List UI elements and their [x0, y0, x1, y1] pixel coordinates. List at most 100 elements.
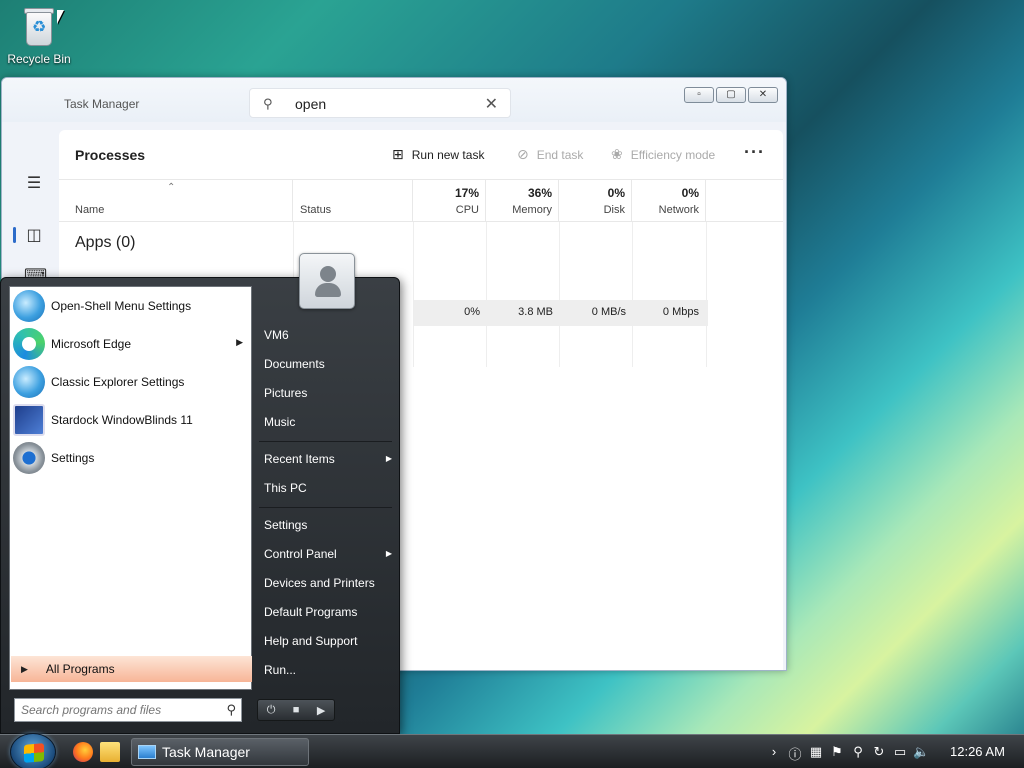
all-programs-arrow-icon: ▶	[21, 663, 28, 674]
right-item-pictures[interactable]: Pictures	[264, 382, 392, 404]
sync-icon[interactable]: ↻	[871, 744, 887, 763]
end-task-label: End task	[536, 147, 584, 162]
search-box[interactable]: ⚲ open ✕	[249, 88, 511, 118]
row-cpu: 0%	[464, 306, 480, 318]
submenu-arrow-icon: ▶	[236, 337, 243, 347]
pinned-item-settings[interactable]: Settings	[10, 439, 251, 477]
right-item-help-support[interactable]: Help and Support	[264, 630, 392, 652]
show-hidden-icons-chevron-icon[interactable]: ›	[766, 744, 782, 763]
end-task-icon: ⊘	[517, 146, 529, 162]
recycle-bin-icon: ♻	[22, 6, 56, 48]
right-item-recent-items[interactable]: Recent Items ▶	[264, 448, 392, 470]
windows-logo-icon	[24, 743, 44, 763]
user-avatar[interactable]	[299, 253, 355, 309]
more-options-icon[interactable]: ···	[744, 142, 765, 163]
end-task-button[interactable]: ⊘ End task	[517, 146, 583, 163]
maximize-button[interactable]: ▢	[716, 87, 746, 103]
network-label: Network	[658, 204, 699, 216]
leaf-icon: ❀	[611, 146, 623, 162]
right-item-control-panel[interactable]: Control Panel ▶	[264, 543, 392, 565]
file-explorer-icon[interactable]	[100, 742, 120, 762]
search-tray-icon[interactable]: ⚲	[850, 744, 866, 763]
disk-label: Disk	[603, 204, 625, 216]
right-item-settings[interactable]: Settings	[264, 514, 392, 536]
column-status[interactable]: Status	[293, 180, 413, 222]
column-status-label: Status	[300, 204, 332, 216]
run-new-task-icon: ⊞	[392, 146, 404, 162]
column-name-label: Name	[75, 204, 105, 216]
efficiency-mode-label: Efficiency mode	[630, 147, 716, 162]
column-disk[interactable]: 0% Disk	[559, 180, 632, 222]
search-icon[interactable]: ⚲	[226, 702, 236, 718]
cpu-label: CPU	[455, 204, 479, 216]
column-name[interactable]: ⌃ Name	[59, 180, 293, 222]
power-buttons: ⏻ ■ ▶	[257, 699, 335, 721]
start-search-input[interactable]	[21, 702, 211, 718]
volume-muted-icon[interactable]: 🔈	[913, 744, 929, 763]
power-options-arrow-icon[interactable]: ▶	[317, 704, 325, 717]
title-bar[interactable]: Task Manager ⚲ open ✕ ▫ ▢ ✕	[2, 78, 786, 122]
search-input[interactable]: open	[295, 96, 326, 112]
edge-icon	[13, 328, 45, 360]
run-new-task-button[interactable]: ⊞ Run new task	[392, 146, 484, 163]
column-memory[interactable]: 36% Memory	[486, 180, 559, 222]
minimize-button[interactable]: ▫	[684, 87, 714, 103]
right-item-run[interactable]: Run...	[264, 659, 392, 681]
pinned-item-label: Open-Shell Menu Settings	[51, 299, 192, 313]
pinned-item-windowblinds[interactable]: Stardock WindowBlinds 11	[10, 401, 251, 439]
window-title: Task Manager	[64, 97, 140, 111]
warning-flag-icon[interactable]: ⚑	[829, 744, 845, 763]
row-network: 0 Mbps	[662, 306, 699, 318]
right-item-label: Recent Items	[264, 452, 335, 466]
all-programs-button[interactable]: ▶ All Programs	[11, 656, 252, 682]
memory-total: 36%	[527, 186, 552, 200]
right-item-vm6[interactable]: VM6	[264, 324, 392, 346]
efficiency-mode-button[interactable]: ❀ Efficiency mode	[611, 146, 715, 163]
submenu-arrow-icon: ▶	[385, 454, 392, 463]
pinned-item-classic-explorer-settings[interactable]: Classic Explorer Settings	[10, 363, 251, 401]
mouse-cursor-icon	[57, 10, 64, 24]
system-tray: › ⓘ ▦ ⚑ ⚲ ↻ ▭ 🔈	[766, 744, 929, 763]
pinned-item-label: Settings	[51, 451, 95, 465]
active-indicator	[13, 227, 16, 243]
run-new-task-label: Run new task	[411, 147, 485, 162]
right-item-label: Control Panel	[264, 547, 337, 561]
windowblinds-icon	[13, 404, 45, 436]
column-cpu[interactable]: 17% CPU	[413, 180, 486, 222]
search-icon: ⚲	[263, 96, 273, 111]
lock-icon[interactable]: ■	[293, 704, 300, 716]
processes-nav-icon[interactable]: ◫	[24, 226, 44, 246]
column-headers: ⌃ Name Status 17% CPU 36% Memory 0% Disk…	[59, 180, 783, 222]
start-button[interactable]	[10, 733, 56, 768]
sort-caret-icon: ⌃	[167, 182, 176, 193]
hamburger-menu-icon[interactable]: ☰	[24, 174, 44, 194]
right-item-devices-printers[interactable]: Devices and Printers	[264, 572, 392, 594]
windowblinds-tray-icon[interactable]: ▦	[808, 744, 824, 763]
pinned-item-label: Classic Explorer Settings	[51, 375, 185, 389]
pinned-item-microsoft-edge[interactable]: Microsoft Edge ▶	[10, 325, 251, 363]
row-memory: 3.8 MB	[518, 306, 553, 318]
right-item-default-programs[interactable]: Default Programs	[264, 601, 392, 623]
pinned-item-open-shell-settings[interactable]: Open-Shell Menu Settings	[10, 287, 251, 325]
close-button[interactable]: ✕	[748, 87, 778, 103]
clear-search-icon[interactable]: ✕	[485, 94, 498, 114]
display-icon[interactable]: ▭	[892, 744, 908, 763]
memory-label: Memory	[512, 204, 552, 216]
row-disk: 0 MB/s	[591, 306, 626, 318]
right-item-music[interactable]: Music	[264, 411, 392, 433]
column-network[interactable]: 0% Network	[632, 180, 706, 222]
right-item-this-pc[interactable]: This PC	[264, 477, 392, 499]
clock[interactable]: 12:26 AM	[950, 744, 1005, 759]
taskbar-task-label: Task Manager	[162, 744, 250, 760]
task-manager-icon	[138, 745, 156, 759]
apps-group-header[interactable]: Apps (0)	[75, 234, 135, 252]
taskbar-task-manager-button[interactable]: Task Manager	[131, 738, 309, 766]
taskbar: Task Manager › ⓘ ▦ ⚑ ⚲ ↻ ▭ 🔈 12:26 AM	[0, 733, 1024, 768]
start-search-box[interactable]: ⚲	[14, 698, 242, 722]
firefox-icon[interactable]	[73, 742, 93, 762]
pinned-programs-panel: Open-Shell Menu Settings Microsoft Edge …	[9, 286, 252, 690]
help-icon[interactable]: ⓘ	[787, 744, 803, 763]
power-icon[interactable]: ⏻	[267, 704, 276, 717]
right-item-documents[interactable]: Documents	[264, 353, 392, 375]
shell-icon	[13, 366, 45, 398]
